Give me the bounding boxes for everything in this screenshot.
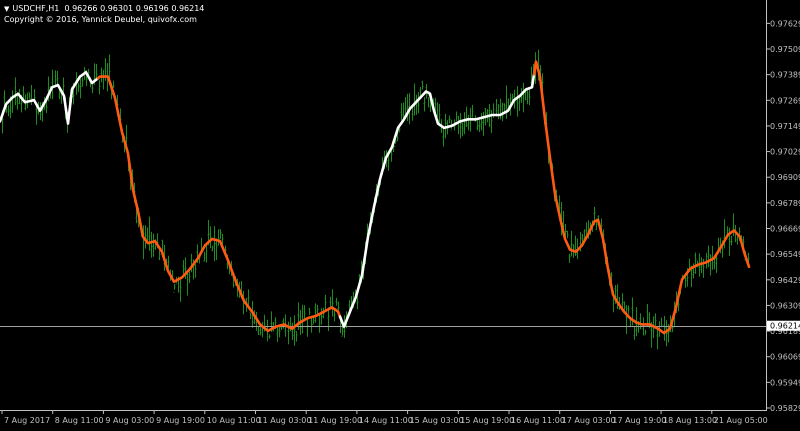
price-tick-label: 0.96429 (770, 276, 800, 285)
time-tick-label: 15 Aug 03:00 (410, 416, 464, 425)
time-tick-label: 17 Aug 19:00 (612, 416, 666, 425)
time-tick-label: 9 Aug 03:00 (105, 416, 154, 425)
price-tick-label: 0.96909 (770, 173, 800, 182)
time-tick-label: 10 Aug 11:00 (207, 416, 261, 425)
price-chart[interactable]: 0.97629 0.97509 0.97389 0.97269 0.97149 0.970… (0, 0, 800, 431)
time-tick-label: 7 Aug 2017 (4, 416, 50, 425)
time-axis[interactable]: 7 Aug 2017 8 Aug 11:00 9 Aug 03:00 9 Aug 19… (1, 410, 768, 425)
time-tick-label: 11 Aug 19:00 (308, 416, 362, 425)
time-tick-label: 11 Aug 03:00 (258, 416, 312, 425)
price-tick-label: 0.96789 (770, 199, 800, 208)
copyright-label: Copyright © 2016, Yannick Deubel, quivof… (4, 15, 197, 24)
time-tick-label: 21 Aug 05:00 (714, 416, 768, 425)
time-tick-label: 9 Aug 19:00 (156, 416, 205, 425)
time-tick-label: 15 Aug 19:00 (460, 416, 514, 425)
price-tick-label: 0.97149 (770, 122, 800, 131)
current-price-label: 0.96214 (770, 322, 800, 331)
price-axis[interactable]: 0.97629 0.97509 0.97389 0.97269 0.97149 0.970… (766, 19, 800, 413)
price-tick-label: 0.96549 (770, 250, 800, 259)
time-tick-label: 16 Aug 11:00 (511, 416, 565, 425)
price-tick-label: 0.95949 (770, 378, 800, 387)
time-tick-label: 18 Aug 13:00 (663, 416, 717, 425)
price-tick-label: 0.97269 (770, 96, 800, 105)
chart-frame (0, 0, 767, 411)
price-tick-label: 0.95829 (770, 404, 800, 413)
price-tick-label: 0.97509 (770, 45, 800, 54)
price-tick-label: 0.96309 (770, 301, 800, 310)
ma-segment-down (532, 60, 751, 335)
price-tick-label: 0.96069 (770, 353, 800, 362)
time-tick-label: 8 Aug 11:00 (55, 416, 104, 425)
ma-segment-down (96, 75, 342, 333)
time-tick-label: 14 Aug 11:00 (359, 416, 413, 425)
ohlc-values: 0.96266 0.96301 0.96196 0.96214 (64, 4, 205, 13)
price-tick-label: 0.97629 (770, 19, 800, 28)
price-tick-label: 0.97029 (770, 148, 800, 157)
symbol-timeframe: USDCHF,H1 (12, 4, 60, 13)
price-tick-label: 0.97389 (770, 71, 800, 80)
price-tick-label: 0.96669 (770, 225, 800, 234)
time-tick-label: 17 Aug 03:00 (562, 416, 616, 425)
dropdown-triangle-icon[interactable]: ▼ (4, 5, 9, 13)
